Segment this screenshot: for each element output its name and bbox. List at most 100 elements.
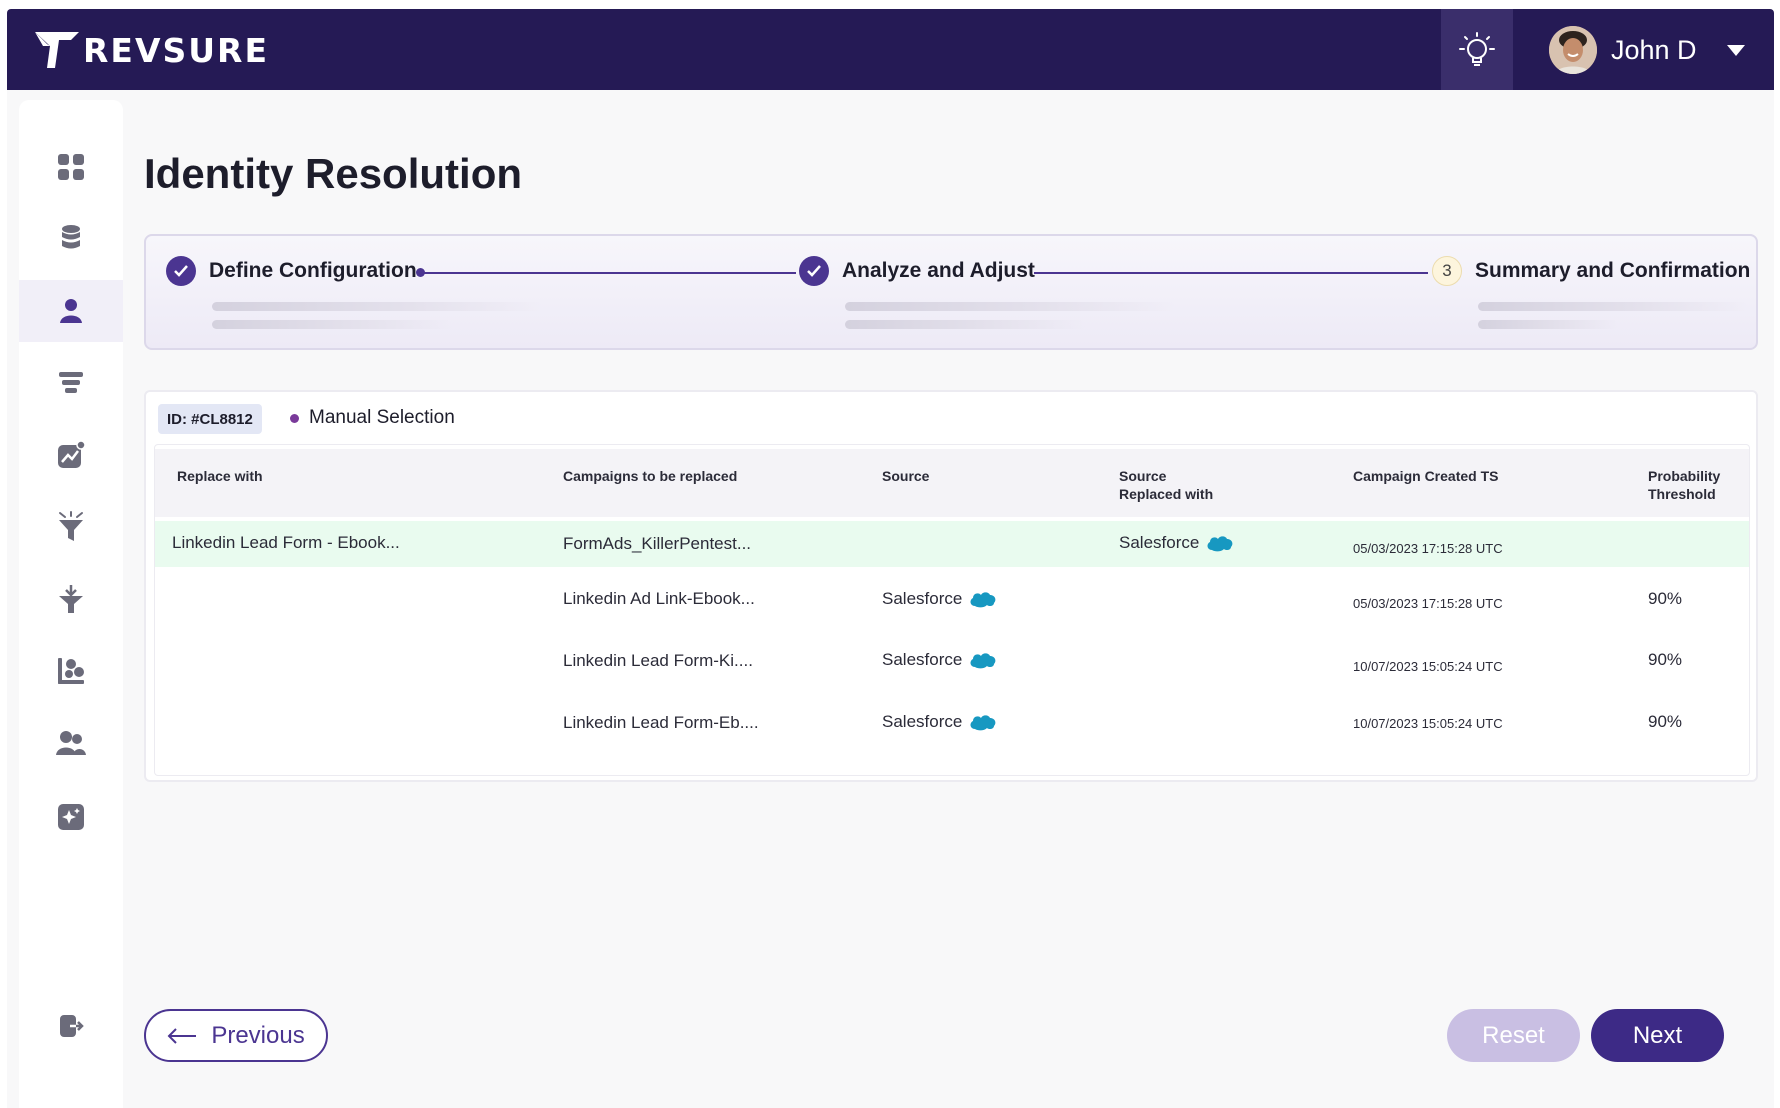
selection-mode: Manual Selection xyxy=(290,407,455,429)
skeleton-line xyxy=(1478,320,1618,329)
step-label: Define Configuration xyxy=(209,259,417,282)
segments-icon xyxy=(58,658,84,684)
top-navigation-bar: REVSURE John D xyxy=(7,9,1774,90)
source-name: Salesforce xyxy=(1119,533,1200,552)
cell-probability: 90% xyxy=(1648,589,1683,608)
skeleton-line xyxy=(212,320,452,329)
chevron-down-icon[interactable] xyxy=(1727,44,1745,56)
table-row[interactable]: Linkedin Ad Link-Ebook... Salesforce 05/… xyxy=(155,577,1749,623)
skeleton-line xyxy=(212,302,542,311)
check-icon xyxy=(799,256,829,286)
user-avatar[interactable] xyxy=(1549,26,1597,74)
user-name[interactable]: John D xyxy=(1611,35,1711,66)
skeleton-line xyxy=(1478,302,1748,311)
column-header-replace-with[interactable]: Replace with xyxy=(177,467,263,485)
logout-icon xyxy=(60,1015,84,1037)
replacement-table-card: ID: #CL8812 Manual Selection Replace wit… xyxy=(144,390,1758,782)
step-connector xyxy=(422,272,796,274)
step-number: 3 xyxy=(1432,256,1462,286)
page-title: Identity Resolution xyxy=(144,150,522,197)
insights-button[interactable] xyxy=(1441,9,1513,90)
table-row[interactable]: Linkedin Lead Form-Ki.... Salesforce 10/… xyxy=(155,639,1749,685)
avatar-photo xyxy=(1549,26,1597,74)
dashboard-grid-icon xyxy=(58,154,84,180)
merge-arrow-icon xyxy=(59,585,83,613)
app-window: REVSURE John D Identity Resolution Defin… xyxy=(0,0,1780,1108)
previous-button-label: Previous xyxy=(211,1021,305,1049)
sidebar-item-data[interactable] xyxy=(19,207,123,269)
cell-campaign: FormAds_KillerPentest... xyxy=(563,534,752,553)
cell-replace-with: Linkedin Lead Form - Ebook... xyxy=(172,533,400,552)
step-connector xyxy=(1034,272,1428,274)
reset-button[interactable]: Reset xyxy=(1447,1009,1580,1062)
campaign-replacement-table: Replace with Campaigns to be replaced So… xyxy=(154,444,1750,776)
cell-created-ts: 10/07/2023 15:05:24 UTC xyxy=(1353,716,1503,731)
sidebar-item-identity[interactable] xyxy=(19,280,123,342)
user-menu[interactable]: John D xyxy=(1549,23,1745,77)
source-name: Salesforce xyxy=(882,589,963,608)
step-label: Summary and Confirmation xyxy=(1475,259,1751,282)
salesforce-cloud-icon xyxy=(970,715,996,731)
cell-probability: 90% xyxy=(1648,650,1683,669)
cell-campaign: Linkedin Ad Link-Ebook... xyxy=(563,589,755,608)
sidebar-item-dashboard[interactable] xyxy=(19,136,123,198)
sidebar-item-logout[interactable] xyxy=(19,995,123,1057)
sidebar-item-users[interactable] xyxy=(19,712,123,774)
selection-mode-label: Manual Selection xyxy=(309,407,455,428)
column-header-campaigns[interactable]: Campaigns to be replaced xyxy=(563,467,737,485)
table-row[interactable]: Linkedin Lead Form-Eb.... Salesforce 10/… xyxy=(155,701,1749,747)
step-summary-confirmation[interactable]: 3 Summary and Confirmation xyxy=(1432,256,1750,286)
sidebar-item-segments[interactable] xyxy=(19,640,123,702)
funnel-icon xyxy=(59,511,83,541)
sidebar-item-merge[interactable] xyxy=(19,568,123,630)
person-icon xyxy=(60,299,82,323)
step-analyze-adjust[interactable]: Analyze and Adjust xyxy=(799,256,1035,286)
sidebar xyxy=(19,100,123,1108)
cell-source: Salesforce xyxy=(882,589,998,609)
previous-button[interactable]: Previous xyxy=(144,1009,328,1062)
arrow-left-icon xyxy=(167,1027,197,1044)
cell-source: Salesforce xyxy=(882,712,998,732)
users-icon xyxy=(56,731,86,755)
sidebar-item-analytics[interactable] xyxy=(19,424,123,486)
source-name: Salesforce xyxy=(882,650,963,669)
source-name: Salesforce xyxy=(882,712,963,731)
cell-created-ts: 05/03/2023 17:15:28 UTC xyxy=(1353,541,1503,556)
column-header-probability[interactable]: Probability Threshold xyxy=(1648,467,1720,503)
cell-source-replaced: Salesforce xyxy=(1119,533,1235,553)
progress-stepper: Define Configuration Analyze and Adjust … xyxy=(144,234,1758,350)
cell-campaign: Linkedin Lead Form-Eb.... xyxy=(563,713,759,732)
sidebar-item-funnel[interactable] xyxy=(19,496,123,558)
step-define-configuration[interactable]: Define Configuration xyxy=(166,256,417,286)
sidebar-item-ai[interactable] xyxy=(19,786,123,848)
skeleton-line xyxy=(845,302,1175,311)
table-row[interactable]: Linkedin Lead Form - Ebook... FormAds_Ki… xyxy=(155,521,1749,567)
step-label: Analyze and Adjust xyxy=(842,259,1035,282)
record-id-badge: ID: #CL8812 xyxy=(158,404,262,434)
revsure-logo[interactable]: REVSURE xyxy=(33,26,269,74)
cell-created-ts: 05/03/2023 17:15:28 UTC xyxy=(1353,596,1503,611)
column-header-created-ts[interactable]: Campaign Created TS xyxy=(1353,467,1498,485)
salesforce-cloud-icon xyxy=(1207,536,1233,552)
sparkle-icon xyxy=(58,804,84,830)
cell-source: Salesforce xyxy=(882,650,998,670)
cell-created-ts: 10/07/2023 15:05:24 UTC xyxy=(1353,659,1503,674)
layers-icon xyxy=(59,372,83,393)
analytics-chart-icon xyxy=(58,441,85,468)
column-header-source-replaced[interactable]: Source Replaced with xyxy=(1119,467,1213,503)
cell-probability: 90% xyxy=(1648,712,1683,731)
salesforce-cloud-icon xyxy=(970,653,996,669)
revsure-logo-mark-icon xyxy=(35,32,79,68)
column-header-source[interactable]: Source xyxy=(882,467,929,485)
check-icon xyxy=(166,256,196,286)
brand-name: REVSURE xyxy=(83,30,270,70)
lightbulb-icon xyxy=(1459,31,1495,66)
salesforce-cloud-icon xyxy=(970,592,996,608)
table-header: Replace with Campaigns to be replaced So… xyxy=(155,449,1749,517)
sidebar-item-layers[interactable] xyxy=(19,352,123,414)
skeleton-line xyxy=(845,320,1085,329)
database-icon xyxy=(62,225,80,249)
status-dot xyxy=(290,413,299,423)
cell-campaign: Linkedin Lead Form-Ki.... xyxy=(563,651,753,670)
next-button[interactable]: Next xyxy=(1591,1009,1724,1062)
